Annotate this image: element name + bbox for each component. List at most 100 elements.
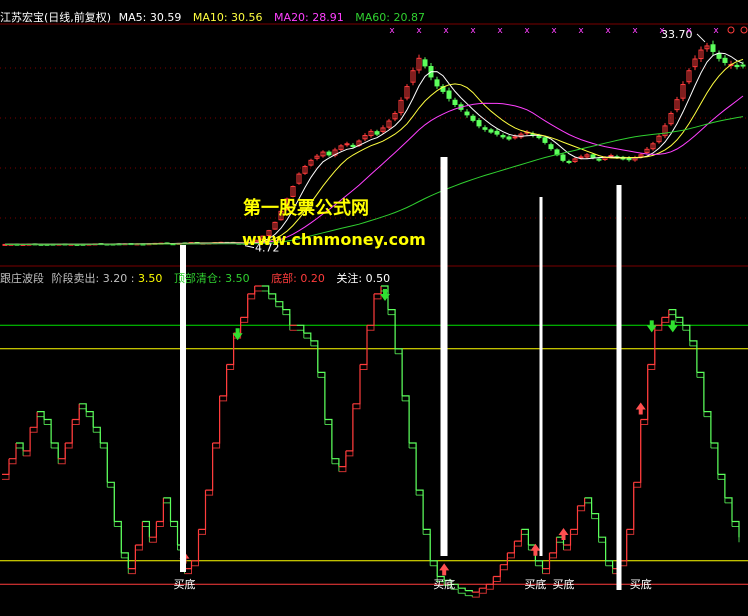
ma10-value: 30.56 [231, 11, 263, 24]
buy-arrow-1 [439, 563, 450, 576]
wave-step-shadow [198, 495, 206, 535]
wave-step [395, 348, 403, 396]
top-clear-value: 3.50 [225, 272, 250, 285]
wave-step [149, 521, 157, 538]
wave-step-shadow [514, 534, 522, 547]
candle-body [608, 155, 614, 158]
watch-value: 0.50 [365, 272, 391, 285]
candle-body [488, 129, 494, 133]
wave-step [388, 309, 396, 349]
candle-body [536, 135, 542, 139]
wave-step [44, 418, 52, 443]
wave-step-shadow [724, 502, 733, 527]
candle-body [350, 144, 356, 148]
wave-step [661, 309, 670, 318]
ma20-value: 28.91 [312, 11, 344, 24]
wave-step-shadow [682, 329, 691, 346]
signal-bar-1 [440, 157, 448, 556]
wave-step [732, 520, 740, 538]
wave-step [65, 419, 73, 444]
wave-step-shadow [317, 376, 326, 425]
wave-step-shadow [72, 408, 80, 425]
signal-bars [180, 157, 622, 590]
wave-step [352, 364, 361, 405]
wave-step [23, 427, 31, 452]
wave-step-shadow [261, 290, 270, 299]
wave-step [261, 285, 270, 294]
kline-chart-svg[interactable]: 33.704.72x x x x x x x x x x x x x 买底 买底 买底 买底 买底 [0, 0, 748, 613]
buy-arrow-3 [558, 528, 569, 541]
candle-body [722, 57, 728, 63]
wave-step [282, 309, 291, 326]
signal-bar-0 [180, 245, 186, 572]
watermark-title: 第一股票公式网 [243, 198, 369, 219]
wave-step-shadow [58, 448, 66, 465]
wave-step-shadow [472, 593, 480, 598]
wave-step [247, 286, 256, 295]
wave-step [416, 489, 424, 530]
buy-label-1: 买底 [433, 577, 455, 591]
wave-step [156, 497, 164, 523]
wave-step-shadow [212, 400, 221, 449]
wave-step [409, 442, 417, 491]
candle-body [542, 137, 548, 143]
wave-step-shadow [30, 416, 38, 433]
watch-label: 关注: [336, 272, 363, 285]
wave-step-shadow [535, 565, 543, 574]
candle-body [560, 154, 566, 161]
wave-step [100, 442, 108, 483]
wave-step-shadow [9, 448, 17, 465]
chart-stage[interactable]: 33.70 4.72 x x x x x x x x x x x x x 买底 买底 买底 买底 买底 江苏宏宝(日… [0, 0, 748, 613]
wave-step [626, 482, 635, 530]
wave-step-shadow [696, 376, 705, 417]
wave-step-shadow [703, 416, 712, 448]
wave-step-shadow [598, 541, 607, 566]
wave-step-shadow [296, 329, 305, 339]
wave-step-shadow [486, 581, 494, 590]
wave-step [268, 293, 277, 302]
wave-step-shadow [591, 518, 600, 543]
wave-step-shadow [79, 408, 87, 417]
top-x-marker: x [632, 26, 638, 36]
wave-step [170, 520, 179, 545]
wave-step [205, 443, 214, 491]
stage-sell-value2: 3.50 [137, 272, 163, 285]
wave-step-shadow [577, 502, 586, 512]
top-x-marker: x [551, 26, 557, 36]
circle-marker [740, 26, 748, 34]
wave-step [577, 497, 586, 507]
candle-body [740, 64, 746, 67]
ma20-label: MA20: [274, 11, 309, 24]
wave-step-shadow [710, 447, 719, 480]
wave-step-shadow [717, 478, 726, 503]
wave-step [219, 364, 228, 397]
wave-step-shadow [324, 424, 333, 464]
ma60-line [4, 116, 744, 245]
candle-body [500, 135, 506, 138]
wave-step-shadow [640, 369, 649, 425]
wave-step-shadow [689, 345, 698, 378]
wave-step-shadow [163, 502, 171, 527]
wave-step-shadow [647, 330, 656, 370]
wave-step-shadow [626, 487, 635, 535]
wave-step-shadow [500, 557, 508, 571]
wave-step-shadow [352, 369, 361, 410]
candle-body [470, 115, 476, 121]
candle-body [344, 143, 350, 146]
wave-step-shadow [268, 298, 277, 307]
ma5-line [4, 52, 744, 245]
wave-step [72, 403, 80, 421]
candle-body [596, 158, 602, 161]
wave-step-shadow [107, 486, 115, 527]
candle-body [482, 127, 488, 130]
wave-step [430, 560, 438, 577]
wave-step [191, 529, 200, 562]
wave-step [724, 497, 733, 522]
signal-bar-3 [616, 185, 622, 590]
candle-body [464, 111, 470, 116]
top-x-marker: x [686, 26, 692, 36]
wave-step [598, 536, 607, 561]
wave-step-shadow [240, 298, 249, 323]
wave-step [367, 293, 375, 326]
candle-body [434, 79, 440, 87]
